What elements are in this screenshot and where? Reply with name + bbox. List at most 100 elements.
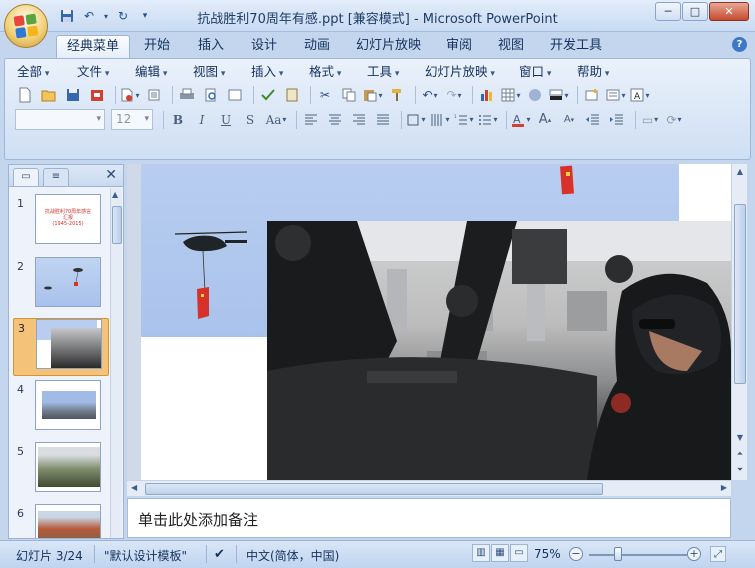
change-case-button[interactable]: Aa bbox=[264, 110, 288, 130]
normal-view-icon[interactable]: ▥ bbox=[472, 544, 490, 562]
slide-horizontal-scrollbar[interactable]: ◀ ▶ bbox=[127, 480, 731, 496]
menu-all[interactable]: 全部 bbox=[17, 63, 77, 81]
menu-help[interactable]: 帮助 bbox=[577, 63, 627, 81]
slides-tab-icon[interactable]: ▭ bbox=[13, 168, 39, 186]
font-size-combo[interactable]: 12 bbox=[111, 109, 153, 130]
zoom-slider-thumb[interactable] bbox=[614, 547, 623, 561]
menu-file[interactable]: 文件 bbox=[77, 63, 135, 81]
slide-vertical-scrollbar[interactable]: ▲ ▼ ⏶ ⏷ bbox=[731, 164, 747, 480]
font-color-icon[interactable]: A bbox=[511, 110, 531, 130]
slide-canvas[interactable] bbox=[141, 164, 731, 480]
scroll-up-icon[interactable]: ▲ bbox=[112, 190, 118, 199]
italic-button[interactable]: I bbox=[192, 110, 212, 130]
paste-icon[interactable] bbox=[363, 85, 383, 105]
fit-to-window-icon[interactable]: ⤢ bbox=[710, 546, 726, 562]
undo-icon[interactable]: ↶ bbox=[420, 85, 440, 105]
insert-chart-icon[interactable] bbox=[477, 85, 497, 105]
tab-view[interactable]: 视图 bbox=[488, 35, 534, 58]
slide-thumb-6[interactable]: 6 bbox=[13, 504, 109, 538]
copy-icon[interactable] bbox=[339, 85, 359, 105]
underline-button[interactable]: U bbox=[216, 110, 236, 130]
increase-indent-icon[interactable] bbox=[607, 110, 627, 130]
permission-icon[interactable] bbox=[87, 85, 107, 105]
shrink-font-icon[interactable]: A ▾ bbox=[559, 110, 579, 130]
menu-view[interactable]: 视图 bbox=[193, 63, 251, 81]
slide-design-icon[interactable]: ▭ bbox=[640, 110, 660, 130]
numbering-icon[interactable]: 1 bbox=[454, 110, 474, 130]
tab-review[interactable]: 审阅 bbox=[436, 35, 482, 58]
scroll-right-icon[interactable]: ▶ bbox=[721, 483, 727, 492]
tab-slideshow[interactable]: 幻灯片放映 bbox=[346, 35, 431, 58]
slide-thumb-1[interactable]: 1 抗战胜利70周年感言 汇报 (1945-2015) bbox=[13, 194, 109, 252]
insert-picture-icon[interactable] bbox=[525, 85, 545, 105]
spell-check-icon[interactable] bbox=[258, 85, 278, 105]
new-icon[interactable] bbox=[15, 85, 35, 105]
spell-check-status-icon[interactable]: ✔ bbox=[214, 547, 225, 562]
close-button[interactable]: ✕ bbox=[709, 2, 749, 21]
grow-font-icon[interactable]: A ▴ bbox=[535, 110, 555, 130]
menu-tools[interactable]: 工具 bbox=[367, 63, 425, 81]
zoom-out-icon[interactable]: − bbox=[569, 547, 583, 561]
cut-icon[interactable]: ✂ bbox=[315, 85, 335, 105]
justify-icon[interactable] bbox=[373, 110, 393, 130]
language-status[interactable]: 中文(简体，中国) bbox=[246, 547, 339, 564]
slideshow-icon[interactable]: ▭ bbox=[510, 544, 528, 562]
help-icon[interactable]: ? bbox=[732, 37, 747, 52]
notes-pane[interactable]: 单击此处添加备注 bbox=[127, 498, 731, 538]
research-icon[interactable] bbox=[282, 85, 302, 105]
slide-thumb-5[interactable]: 5 bbox=[13, 442, 109, 500]
redo-icon[interactable]: ↷ bbox=[444, 85, 464, 105]
maximize-button[interactable]: □ bbox=[682, 2, 708, 21]
menu-window[interactable]: 窗口 bbox=[519, 63, 577, 81]
tab-animation[interactable]: 动画 bbox=[294, 35, 340, 58]
menu-slideshow[interactable]: 幻灯片放映 bbox=[425, 63, 519, 81]
align-center-icon[interactable] bbox=[325, 110, 345, 130]
slide-thumb-2[interactable]: 2 bbox=[13, 257, 109, 315]
slide-layout-icon[interactable] bbox=[606, 85, 626, 105]
minimize-button[interactable]: ─ bbox=[655, 2, 681, 21]
previous-slide-icon[interactable]: ⏶ bbox=[734, 448, 746, 460]
tab-developer[interactable]: 开发工具 bbox=[540, 35, 612, 58]
tab-home[interactable]: 开始 bbox=[134, 35, 180, 58]
zoom-slider[interactable] bbox=[589, 554, 687, 556]
zoom-level[interactable]: 75% bbox=[534, 547, 561, 561]
bullets-icon[interactable] bbox=[478, 110, 498, 130]
print-icon[interactable] bbox=[177, 85, 197, 105]
font-name-combo[interactable] bbox=[15, 109, 105, 130]
text-direction-icon[interactable] bbox=[406, 110, 426, 130]
scroll-thumb[interactable] bbox=[112, 206, 122, 244]
scroll-up-icon[interactable]: ▲ bbox=[734, 166, 746, 178]
menu-format[interactable]: 格式 bbox=[309, 63, 367, 81]
scroll-left-icon[interactable]: ◀ bbox=[131, 483, 137, 492]
shadow-button[interactable]: S bbox=[240, 110, 260, 130]
tab-design[interactable]: 设计 bbox=[241, 35, 287, 58]
scroll-thumb[interactable] bbox=[734, 204, 746, 384]
save-icon[interactable] bbox=[63, 85, 83, 105]
align-right-icon[interactable] bbox=[349, 110, 369, 130]
line-spacing-icon[interactable] bbox=[430, 110, 450, 130]
tab-insert[interactable]: 插入 bbox=[188, 35, 234, 58]
insert-table-icon[interactable] bbox=[501, 85, 521, 105]
align-left-icon[interactable] bbox=[301, 110, 321, 130]
outline-tab-icon[interactable]: ≡ bbox=[43, 168, 69, 186]
menu-edit[interactable]: 编辑 bbox=[135, 63, 193, 81]
publish-icon[interactable] bbox=[144, 85, 164, 105]
slide-thumb-4[interactable]: 4 bbox=[13, 380, 109, 438]
cockpit-photo[interactable] bbox=[267, 221, 731, 480]
new-slide-icon[interactable] bbox=[582, 85, 602, 105]
office-button[interactable] bbox=[4, 4, 48, 48]
design-template-name[interactable]: "默认设计模板" bbox=[104, 547, 187, 564]
format-painter-icon[interactable] bbox=[387, 85, 407, 105]
slide-panel-scrollbar[interactable]: ▲ bbox=[110, 188, 122, 538]
menu-insert[interactable]: 插入 bbox=[251, 63, 309, 81]
bold-button[interactable]: B bbox=[168, 110, 188, 130]
email-icon[interactable] bbox=[120, 85, 140, 105]
open-icon[interactable] bbox=[39, 85, 59, 105]
color-scheme-icon[interactable] bbox=[549, 85, 569, 105]
tab-classic-menu[interactable]: 经典菜单 bbox=[56, 35, 131, 58]
notes-placeholder[interactable]: 单击此处添加备注 bbox=[138, 509, 258, 530]
slide-thumb-3[interactable]: 3 bbox=[13, 318, 109, 376]
slide-sorter-icon[interactable]: ▦ bbox=[491, 544, 509, 562]
next-slide-icon[interactable]: ⏷ bbox=[734, 464, 746, 476]
decrease-indent-icon[interactable] bbox=[583, 110, 603, 130]
